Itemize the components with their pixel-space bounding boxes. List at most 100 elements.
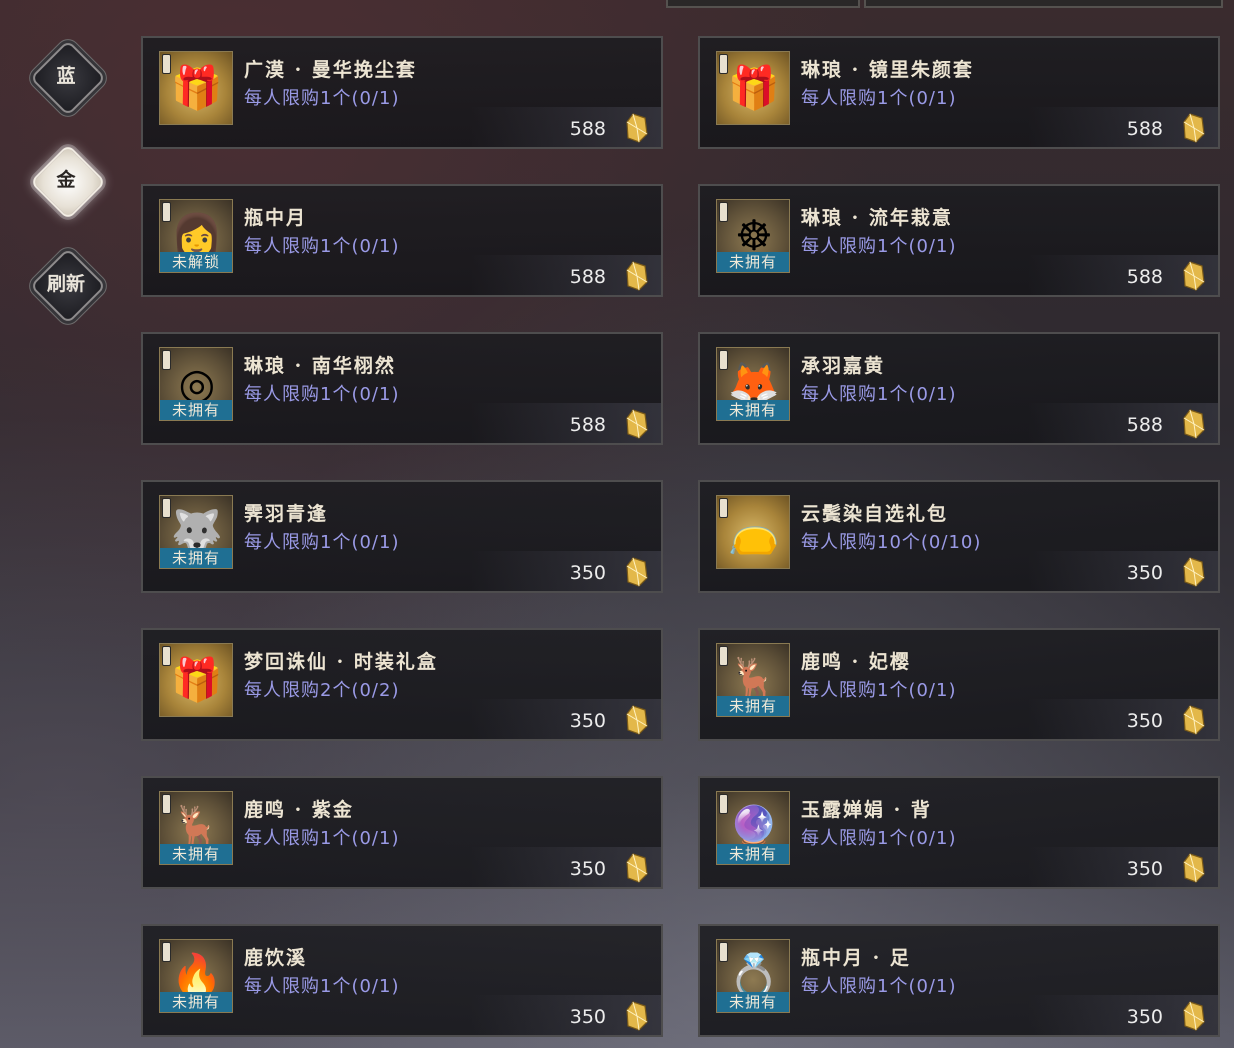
ownership-tag: 未拥有 [160, 992, 232, 1012]
item-price: 588 [569, 266, 606, 288]
gold-crystal-icon [1183, 705, 1205, 735]
item-title: 云鬓染自选礼包 [801, 503, 949, 525]
item-icon[interactable]: 🎁 [716, 51, 790, 125]
item-title: 承羽嘉黄 [801, 355, 886, 377]
item-title: 广漠 · 曼华挽尘套 [244, 59, 417, 81]
tab-refresh[interactable]: 刷新 [28, 246, 107, 325]
item-icon[interactable]: 🔥 未拥有 [159, 939, 233, 1013]
shop-item-card[interactable]: ◎ 未拥有 琳琅 · 南华栩然 每人限购1个(0/1) 588 [141, 332, 663, 445]
item-price: 350 [1126, 858, 1163, 880]
purchase-limit: 每人限购1个(0/1) [801, 384, 957, 405]
gift-box-icon: 🎁 [170, 655, 224, 704]
item-title: 鹿鸣 · 紫金 [244, 799, 354, 821]
shop-item-card[interactable]: 🎁 琳琅 · 镜里朱颜套 每人限购1个(0/1) 588 [698, 36, 1220, 149]
item-title: 瓶中月 · 足 [801, 947, 911, 969]
item-icon[interactable]: 🔮 未拥有 [716, 791, 790, 865]
shop-item-card[interactable]: 💍 未拥有 瓶中月 · 足每人限购1个(0/1) 350 [698, 924, 1220, 1037]
shop-item-card[interactable]: ☸ 未拥有 琳琅 · 流年栽意 每人限购1个(0/1) 588 [698, 184, 1220, 297]
item-title: 琳琅 · 镜里朱颜套 [801, 59, 974, 81]
purchase-limit: 每人限购1个(0/1) [244, 236, 400, 257]
top-tab-left[interactable] [666, 0, 860, 8]
item-icon[interactable]: 🐺 未拥有 [159, 495, 233, 569]
gold-crystal-icon [1183, 113, 1205, 143]
purchase-limit: 每人限购1个(0/1) [801, 828, 957, 849]
item-icon[interactable]: 💍 未拥有 [716, 939, 790, 1013]
ownership-tag: 未拥有 [717, 844, 789, 864]
purchase-limit: 每人限购2个(0/2) [244, 680, 400, 701]
gift-box-icon: 🎁 [170, 63, 224, 112]
item-title: 梦回诛仙 · 时装礼盒 [244, 651, 438, 673]
ownership-tag: 未拥有 [160, 844, 232, 864]
purchase-limit: 每人限购1个(0/1) [244, 976, 400, 997]
item-title: 琳琅 · 南华栩然 [244, 355, 396, 377]
purchase-limit: 每人限购1个(0/1) [801, 236, 957, 257]
item-price: 350 [1126, 710, 1163, 732]
item-icon[interactable]: ◎ 未拥有 [159, 347, 233, 421]
item-price: 350 [1126, 1006, 1163, 1028]
tab-label: 蓝 [56, 65, 76, 87]
purchase-limit: 每人限购1个(0/1) [801, 680, 957, 701]
item-price: 588 [1126, 118, 1163, 140]
gold-crystal-icon [626, 1001, 648, 1031]
tab-blue[interactable]: 蓝 [28, 38, 107, 117]
shop-item-card[interactable]: 🎁 广漠 · 曼华挽尘套 每人限购1个(0/1) 588 [141, 36, 663, 149]
gold-crystal-icon [1183, 557, 1205, 587]
item-icon[interactable]: 🦌 未拥有 [716, 643, 790, 717]
purchase-limit: 每人限购1个(0/1) [244, 88, 400, 109]
tab-label: 金 [56, 169, 76, 191]
ownership-tag: 未解锁 [160, 252, 232, 272]
item-price: 588 [569, 414, 606, 436]
purchase-limit: 每人限购10个(0/10) [801, 532, 982, 553]
gold-crystal-icon [1183, 409, 1205, 439]
gold-crystal-icon [1183, 853, 1205, 883]
shop-item-card[interactable]: 🔥 未拥有 鹿饮溪每人限购1个(0/1) 350 [141, 924, 663, 1037]
gold-crystal-icon [626, 853, 648, 883]
item-icon[interactable]: 🎁 [159, 643, 233, 717]
item-title: 琳琅 · 流年栽意 [801, 207, 953, 229]
item-icon[interactable]: 🦊 未拥有 [716, 347, 790, 421]
ownership-tag: 未拥有 [717, 400, 789, 420]
ownership-tag: 未拥有 [717, 696, 789, 716]
purchase-limit: 每人限购1个(0/1) [244, 532, 400, 553]
shop-item-card[interactable]: 🐺 未拥有 霁羽青逢 每人限购1个(0/1) 350 [141, 480, 663, 593]
shop-item-card[interactable]: 🔮 未拥有 玉露婵娟 · 背每人限购1个(0/1) 350 [698, 776, 1220, 889]
item-icon[interactable]: 👩 未解锁 [159, 199, 233, 273]
item-price: 350 [569, 858, 606, 880]
item-icon[interactable]: 🎁 [159, 51, 233, 125]
gold-crystal-icon [626, 705, 648, 735]
purchase-limit: 每人限购1个(0/1) [244, 828, 400, 849]
tab-label: 刷新 [46, 273, 85, 295]
ownership-tag: 未拥有 [160, 400, 232, 420]
shop-item-card[interactable]: 🎁 梦回诛仙 · 时装礼盒 每人限购2个(0/2) 350 [141, 628, 663, 741]
item-title: 鹿鸣 · 妃樱 [801, 651, 911, 673]
item-price: 350 [1126, 562, 1163, 584]
item-price: 350 [569, 562, 606, 584]
shop-item-card[interactable]: 🦊 未拥有 承羽嘉黄每人限购1个(0/1) 588 [698, 332, 1220, 445]
gold-crystal-icon [626, 261, 648, 291]
shop-item-card[interactable]: 🦌 未拥有 鹿鸣 · 妃樱每人限购1个(0/1) 350 [698, 628, 1220, 741]
item-price: 350 [569, 1006, 606, 1028]
shop-item-card[interactable]: 👝 云鬓染自选礼包每人限购10个(0/10) 350 [698, 480, 1220, 593]
item-title: 玉露婵娟 · 背 [801, 799, 932, 821]
tab-gold[interactable]: 金 [28, 142, 107, 221]
gift-box-icon: 🎁 [727, 63, 781, 112]
top-tab-right[interactable] [864, 0, 1223, 8]
gold-crystal-icon [626, 409, 648, 439]
item-icon[interactable]: 🦌 未拥有 [159, 791, 233, 865]
item-icon[interactable]: ☸ 未拥有 [716, 199, 790, 273]
item-price: 350 [569, 710, 606, 732]
gold-crystal-icon [626, 113, 648, 143]
red-pouch-icon: 👝 [727, 507, 781, 556]
ownership-tag: 未拥有 [717, 252, 789, 272]
item-price: 588 [1126, 266, 1163, 288]
item-price: 588 [1126, 414, 1163, 436]
item-title: 鹿饮溪 [244, 947, 308, 969]
purchase-limit: 每人限购1个(0/1) [801, 976, 957, 997]
shop-item-card[interactable]: 👩 未解锁 瓶中月每人限购1个(0/1) 588 [141, 184, 663, 297]
gold-crystal-icon [626, 557, 648, 587]
item-title: 瓶中月 [244, 207, 308, 229]
item-icon[interactable]: 👝 [716, 495, 790, 569]
gold-crystal-icon [1183, 1001, 1205, 1031]
purchase-limit: 每人限购1个(0/1) [244, 384, 400, 405]
shop-item-card[interactable]: 🦌 未拥有 鹿鸣 · 紫金每人限购1个(0/1) 350 [141, 776, 663, 889]
